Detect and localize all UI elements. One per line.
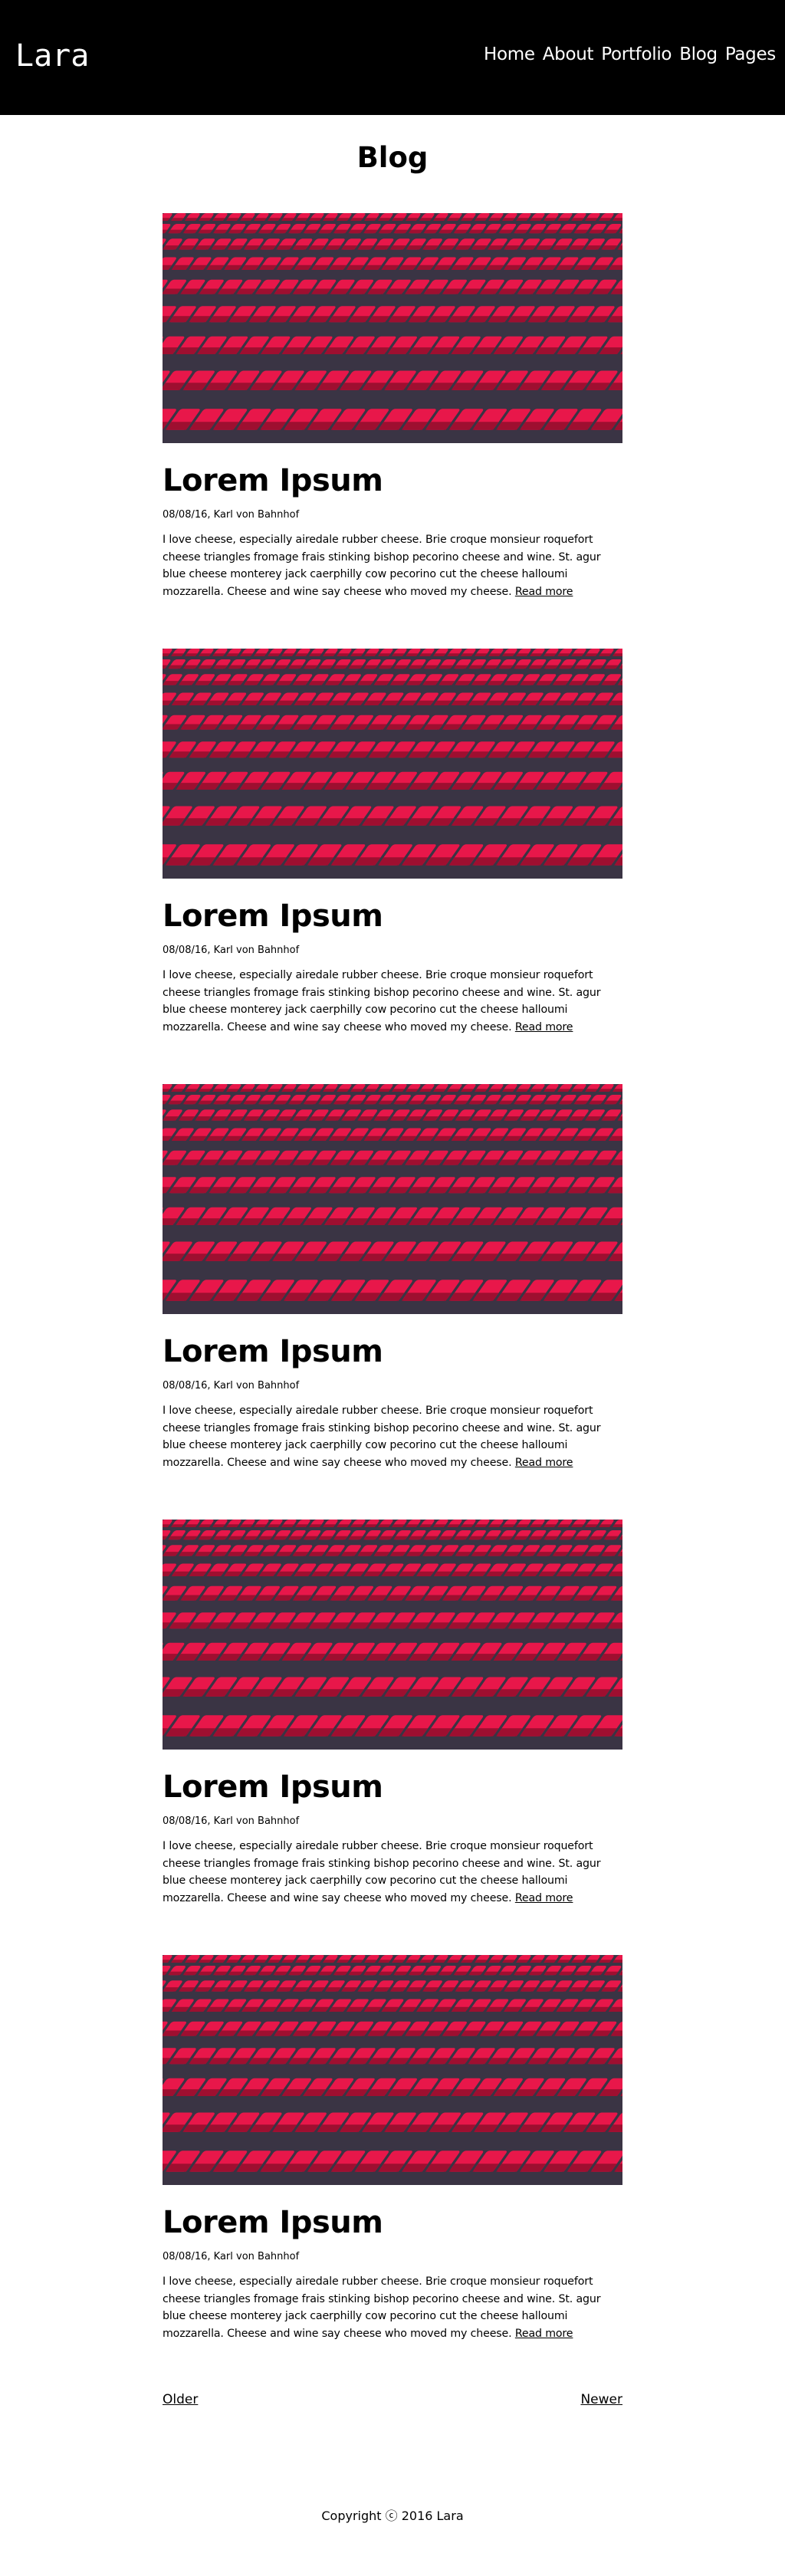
stadium-seats-graphic [163, 1520, 622, 1750]
blog-post: Lorem Ipsum 08/08/16, Karl von Bahnhof I… [163, 649, 622, 1033]
stadium-seats-graphic [163, 649, 622, 879]
nav-link-blog[interactable]: Blog [679, 43, 718, 66]
post-image[interactable] [163, 213, 622, 443]
post-meta: 08/08/16, Karl von Bahnhof [163, 509, 300, 521]
post-excerpt: I love cheese, especially airedale rubbe… [163, 967, 622, 1036]
post-title: Lorem Ipsum [163, 1769, 383, 1805]
stadium-seats-graphic [163, 213, 622, 443]
nav-link-pages[interactable]: Pages [725, 43, 776, 66]
post-excerpt: I love cheese, especially airedale rubbe… [163, 1838, 622, 1907]
read-more-link[interactable]: Read more [515, 1457, 573, 1469]
page-title: Blog [356, 141, 429, 174]
nav-link-about[interactable]: About [543, 43, 594, 66]
post-image[interactable] [163, 1520, 622, 1750]
post-excerpt: I love cheese, especially airedale rubbe… [163, 1402, 622, 1471]
read-more-link[interactable]: Read more [515, 1021, 573, 1033]
blog-post: Lorem Ipsum 08/08/16, Karl von Bahnhof I… [163, 213, 622, 598]
nav-link-portfolio[interactable]: Portfolio [601, 43, 672, 66]
blog-post: Lorem Ipsum 08/08/16, Karl von Bahnhof I… [163, 1520, 622, 1904]
post-excerpt: I love cheese, especially airedale rubbe… [163, 2273, 622, 2342]
blog-post: Lorem Ipsum 08/08/16, Karl von Bahnhof I… [163, 1955, 622, 2340]
newer-posts-link[interactable]: Newer [580, 2390, 622, 2409]
blog-post: Lorem Ipsum 08/08/16, Karl von Bahnhof I… [163, 1084, 622, 1469]
post-image[interactable] [163, 1084, 622, 1314]
post-image[interactable] [163, 1955, 622, 2185]
post-excerpt: I love cheese, especially airedale rubbe… [163, 531, 622, 600]
post-title: Lorem Ipsum [163, 899, 383, 934]
nav-link-home[interactable]: Home [484, 43, 535, 66]
copyright-text: Copyright ⓒ 2016 Lara [321, 2509, 464, 2523]
post-meta: 08/08/16, Karl von Bahnhof [163, 1380, 300, 1392]
site-footer: Copyright ⓒ 2016 Lara [0, 2507, 785, 2525]
post-meta: 08/08/16, Karl von Bahnhof [163, 945, 300, 956]
stadium-seats-graphic [163, 1955, 622, 2185]
stadium-seats-graphic [163, 1084, 622, 1314]
main-nav: Home About Portfolio Blog Pages [476, 43, 776, 66]
read-more-link[interactable]: Read more [515, 586, 573, 598]
post-title: Lorem Ipsum [163, 1334, 383, 1369]
site-header: Lara Home About Portfolio Blog Pages [0, 0, 785, 115]
post-title: Lorem Ipsum [163, 463, 383, 498]
older-posts-link[interactable]: Older [163, 2390, 198, 2409]
post-title: Lorem Ipsum [163, 2205, 383, 2240]
read-more-link[interactable]: Read more [515, 1892, 573, 1904]
site-logo[interactable]: Lara [15, 35, 89, 77]
post-image[interactable] [163, 649, 622, 879]
post-meta: 08/08/16, Karl von Bahnhof [163, 1815, 300, 1827]
read-more-link[interactable]: Read more [515, 2328, 573, 2340]
post-meta: 08/08/16, Karl von Bahnhof [163, 2251, 300, 2262]
